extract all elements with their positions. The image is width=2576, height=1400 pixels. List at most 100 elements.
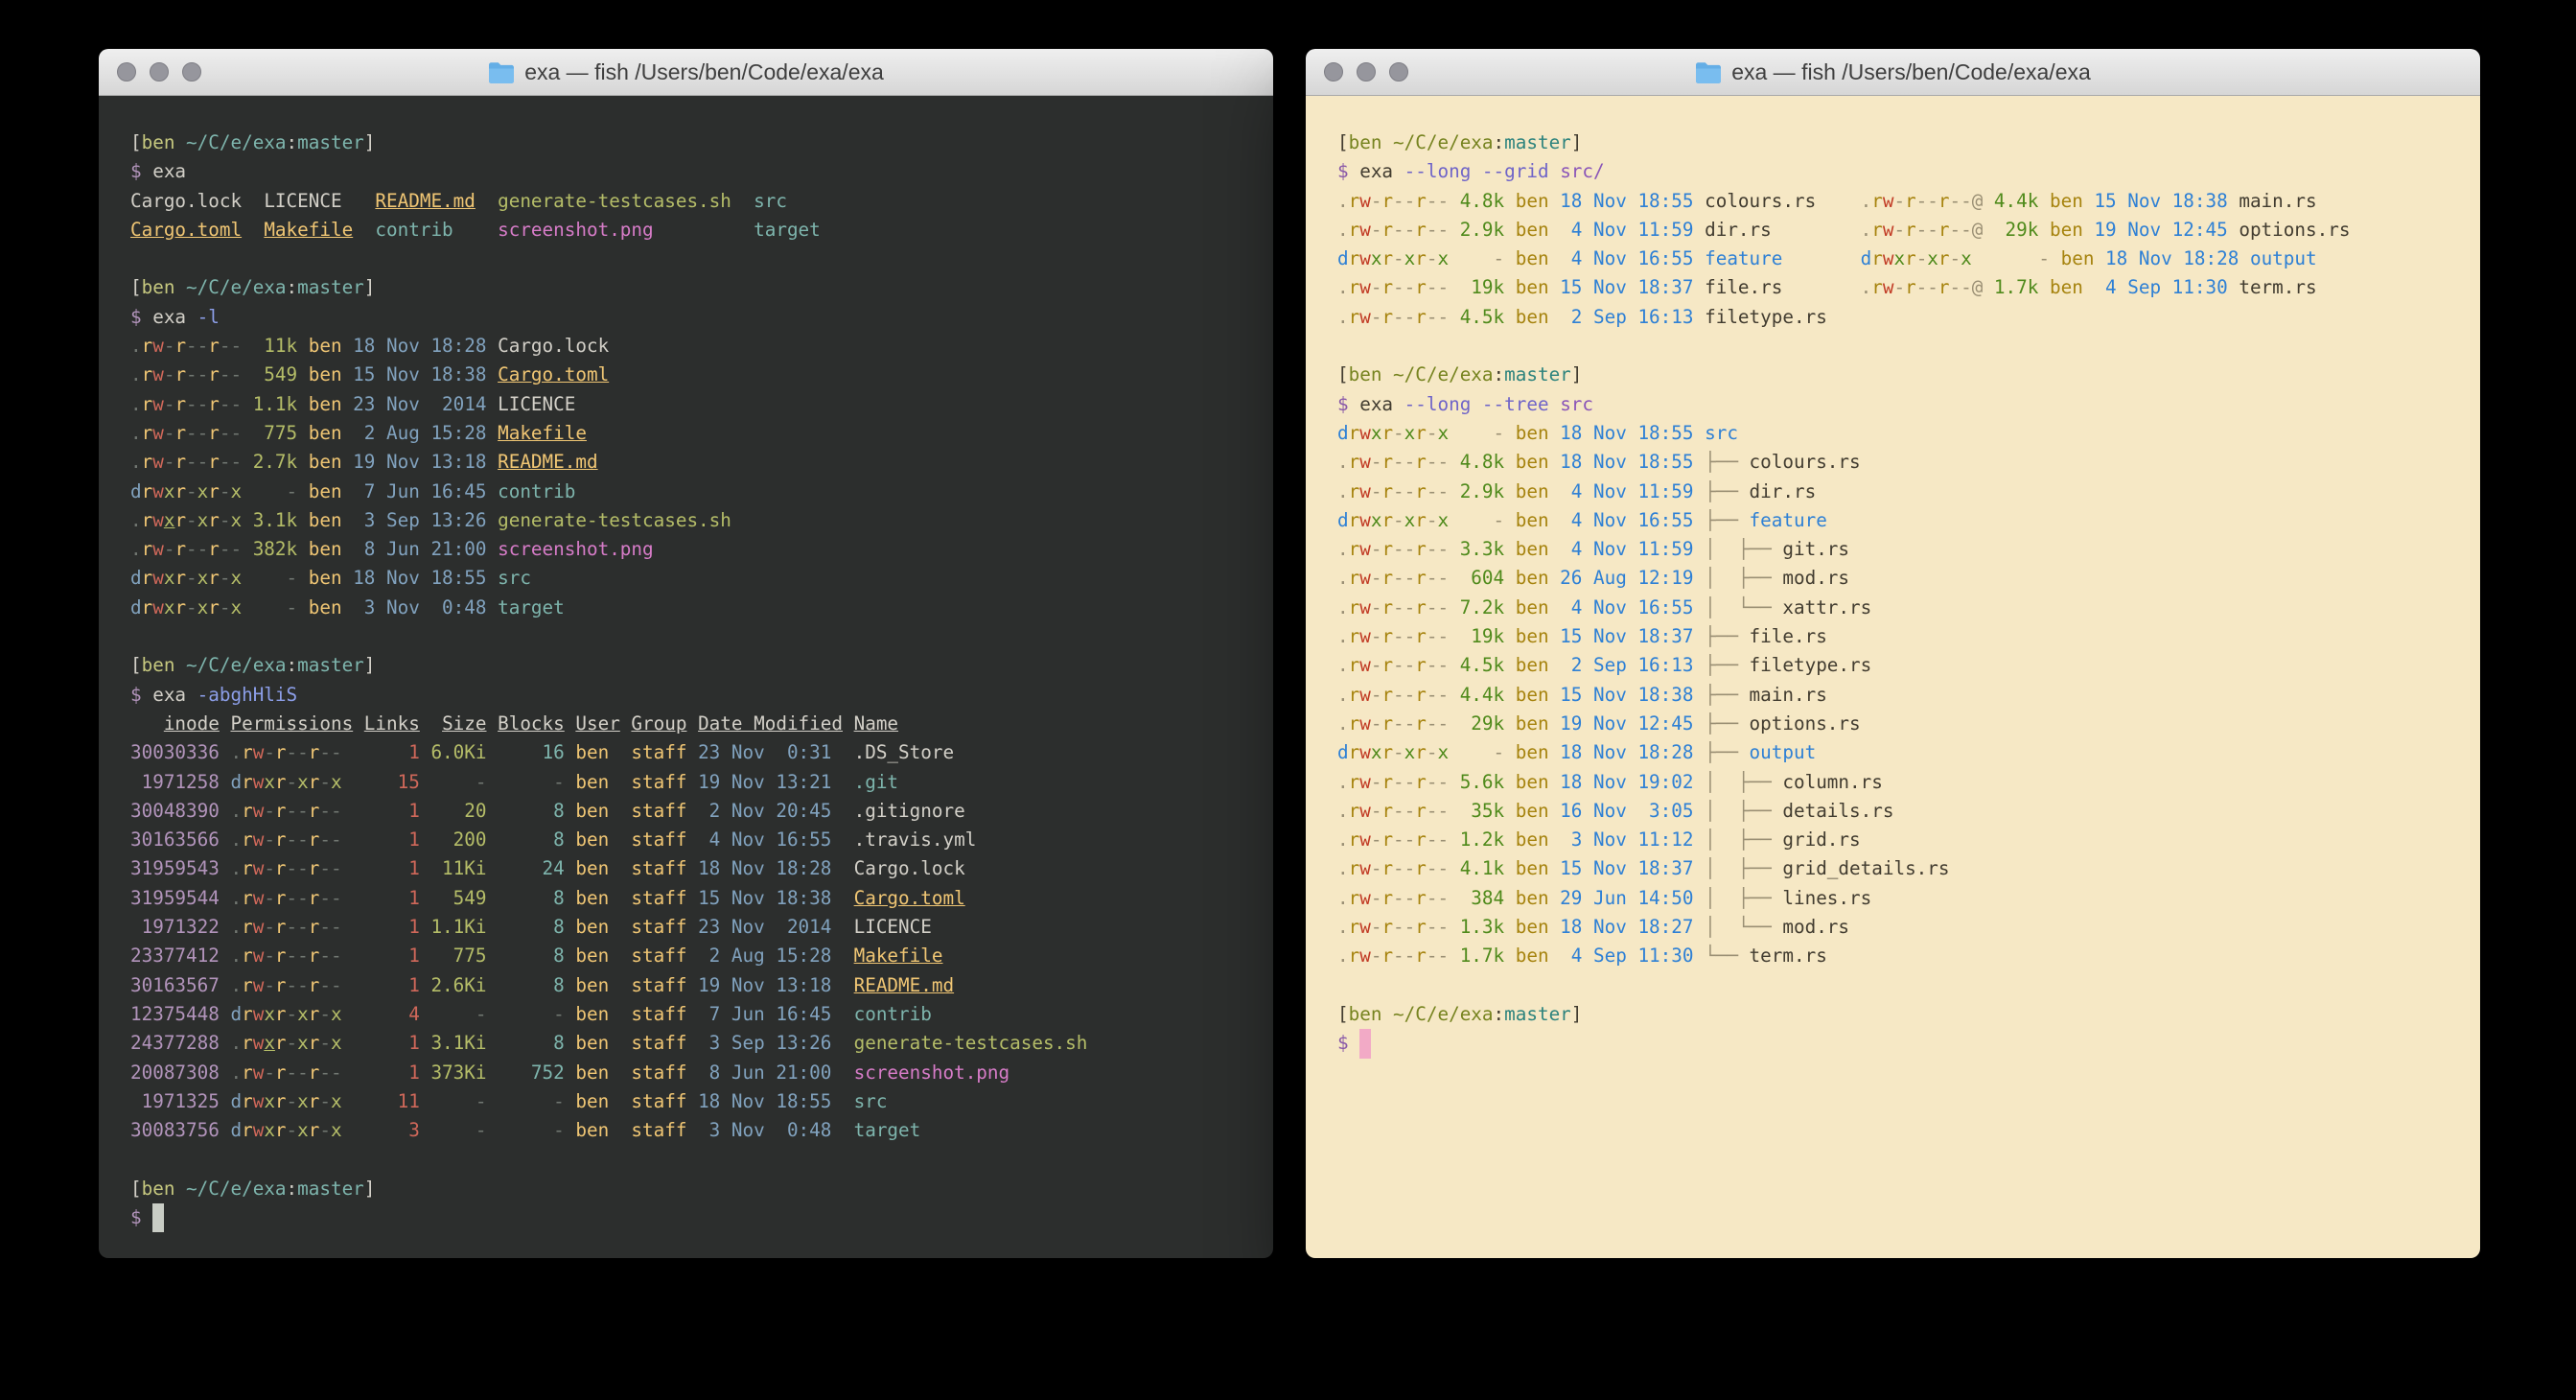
t-seg [1694,422,1706,444]
t-seg: - [420,1003,487,1025]
t-seg: 373Ki [420,1062,487,1084]
t-seg: 1 [353,1032,420,1054]
t-seg [487,335,499,357]
t-seg: - [1371,480,1382,502]
t-seg: ben [2038,219,2082,241]
t-seg [1694,800,1706,822]
t-seg: - [230,538,242,560]
t-seg: 2.6Ki [420,974,487,996]
t-seg: r [1381,712,1393,735]
terminal-line: .rw-r--r-- 4.4k ben 15 Nov 18:38 ├── mai… [1337,681,2480,710]
t-seg: r [208,567,220,589]
t-seg: w [253,1062,265,1084]
t-seg: 4.8k [1449,190,1504,212]
t-seg: @ [1972,219,1984,241]
t-seg: w [1359,509,1371,531]
t-seg: r [1349,857,1360,879]
close-button[interactable] [117,62,136,82]
t-seg: 384 [1449,887,1504,909]
t-seg: ~/C/e/exa [1393,1003,1493,1025]
t-seg: d [130,567,142,589]
t-seg: 2 Nov 20:45 [686,800,831,822]
t-seg: 16 [487,741,565,763]
t-seg: x [230,509,242,531]
t-seg: 35k [1449,800,1504,822]
t-seg: r [1938,219,1950,241]
t-seg: - [1393,567,1404,589]
t-seg: generate-testcases.sh [498,190,731,212]
t-seg: ben [1504,916,1548,938]
t-seg: exa [152,160,186,182]
t-seg: 23 Nov 2014 [686,916,831,938]
t-seg: r [1349,741,1360,763]
t-seg: Cargo.lock [498,335,609,357]
t-seg: ben [1504,190,1548,212]
t-seg: feature [1705,247,1782,269]
t-seg: - [297,800,309,822]
terminal-line: drwxr-xr-x - ben 4 Nov 16:55 ├── feature [1337,506,2480,535]
t-seg: r [1349,276,1360,298]
t-seg: - [1393,828,1404,851]
folder-icon [488,61,515,83]
t-seg: x [1404,247,1416,269]
t-seg: . [130,393,142,415]
t-seg: ben staff [565,945,687,967]
t-seg: r [275,945,287,967]
t-seg [487,451,499,473]
t-seg [242,219,264,241]
zoom-button[interactable] [1389,62,1408,82]
terminal-content[interactable]: [ben ~/C/e/exa:master]$ exa --long --gri… [1306,96,2480,1258]
t-seg: : [287,654,298,676]
t-seg: - [319,857,331,879]
t-seg: w [152,567,164,589]
t-seg: .gitignore [831,800,964,822]
titlebar[interactable]: exa — fish /Users/ben/Code/exa/exa [99,49,1273,96]
t-seg: r [1349,422,1360,444]
t-seg: │ ├── [1705,567,1782,589]
t-seg: ben staff [565,1003,687,1025]
t-seg: w [1359,306,1371,328]
t-seg: - [1437,567,1449,589]
zoom-button[interactable] [182,62,201,82]
t-seg: d [230,1090,242,1112]
t-seg: . [1337,887,1349,909]
terminal-line: 1971322 .rw-r--r-- 1 1.1Ki 8 ben staff 2… [130,913,1273,942]
t-seg: - [1371,596,1382,618]
t-seg: x [1371,741,1382,763]
terminal-line: .rw-r--r-- 2.9k ben 4 Nov 11:59 ├── dir.… [1337,478,2480,506]
t-seg: 29k [1449,712,1504,735]
t-seg: Name [854,712,898,735]
t-seg: Cargo.lock [130,190,242,212]
t-seg [1694,567,1706,589]
t-seg: Makefile [498,422,587,444]
t-seg: - [1916,276,1928,298]
t-seg: x [1437,247,1449,269]
t-seg: - [1393,741,1404,763]
close-button[interactable] [1324,62,1343,82]
t-seg [174,654,186,676]
t-seg: ~/C/e/exa [186,276,286,298]
window-controls [117,62,201,82]
minimize-button[interactable] [1357,62,1376,82]
t-seg: Size [442,712,486,735]
t-seg: - [420,1119,487,1141]
terminal-content[interactable]: [ben ~/C/e/exa:master]$ exaCargo.lock LI… [99,96,1273,1258]
terminal-line: $ exa -l [130,303,1273,332]
t-seg: - [220,538,231,560]
t-seg: d [230,1003,242,1025]
t-seg: r [309,857,320,879]
t-seg: r [1415,887,1427,909]
t-seg: - [1404,596,1416,618]
t-seg: - [1927,276,1938,298]
t-seg: - [197,393,209,415]
titlebar[interactable]: exa — fish /Users/ben/Code/exa/exa [1306,49,2480,96]
t-seg: 2 Aug 15:28 [686,945,831,967]
t-seg: r [1415,219,1427,241]
t-seg: - [331,741,342,763]
t-seg: r [309,1090,320,1112]
t-seg [2239,247,2250,269]
t-seg: r [309,800,320,822]
t-seg: - [1404,276,1416,298]
minimize-button[interactable] [150,62,169,82]
t-seg: --long --tree [1404,393,1549,415]
